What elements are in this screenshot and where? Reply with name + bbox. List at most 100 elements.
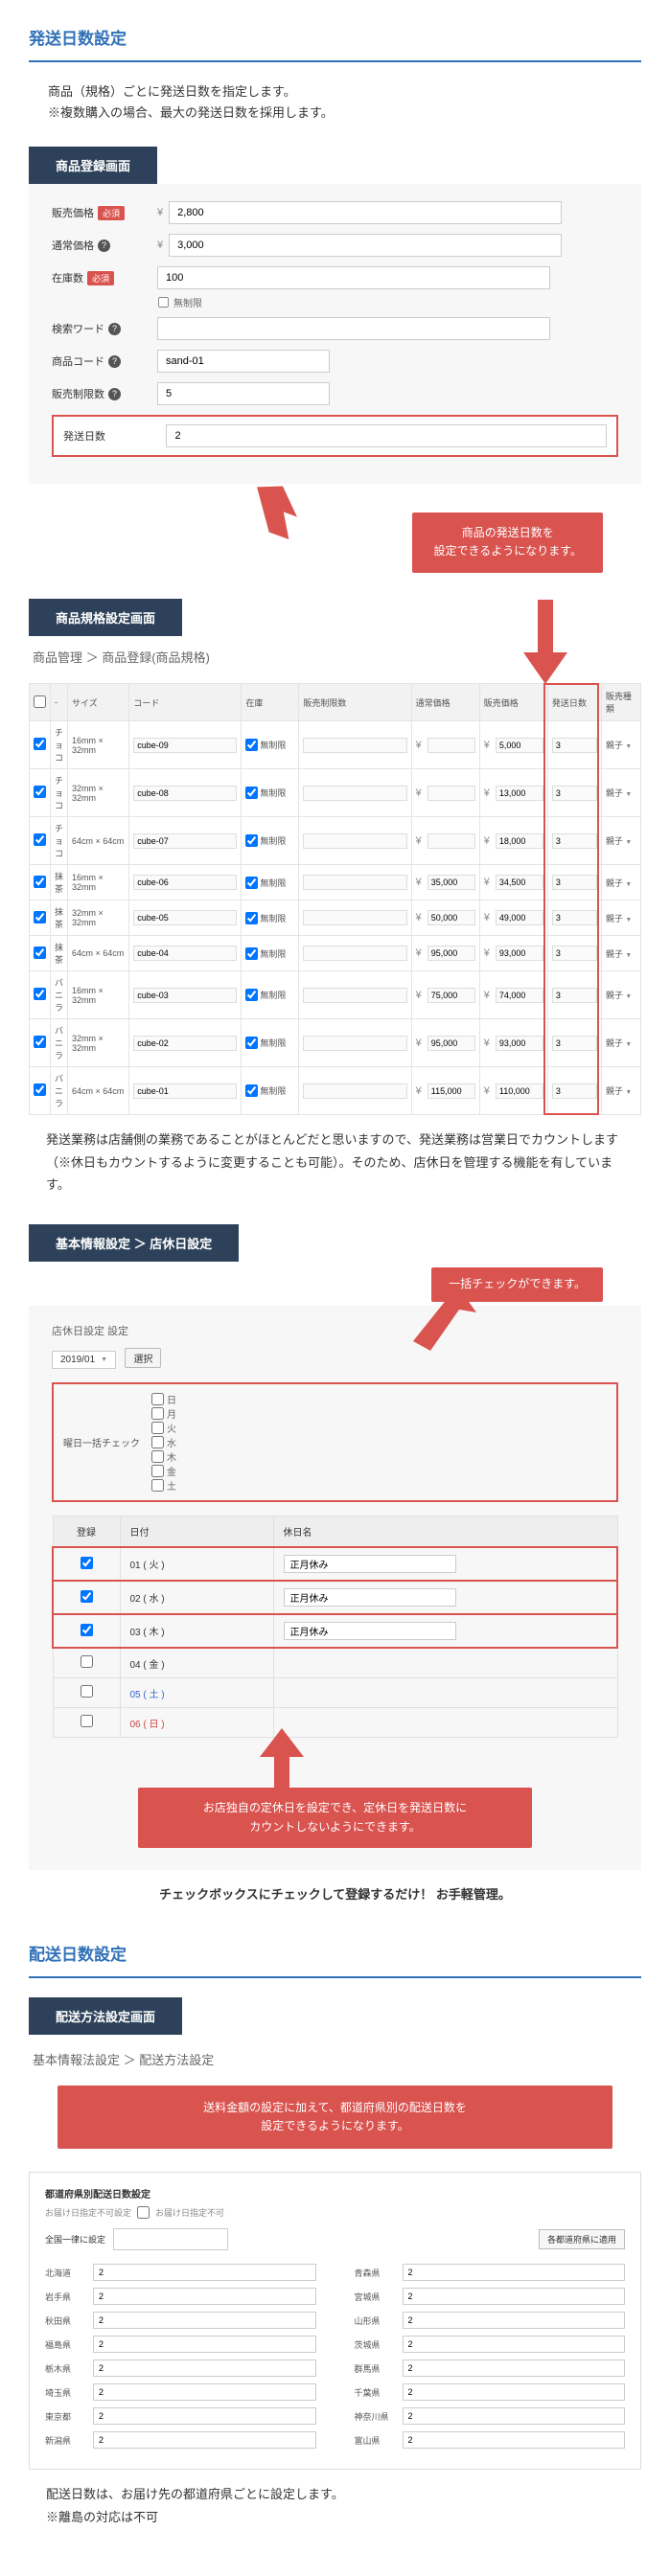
sku-unlimited-check[interactable] bbox=[245, 1037, 258, 1049]
product-code-input[interactable] bbox=[157, 350, 330, 373]
pref-all-input[interactable] bbox=[113, 2228, 228, 2250]
pref-days-input[interactable] bbox=[93, 2407, 316, 2425]
sku-limit-input[interactable] bbox=[303, 786, 406, 801]
unlimited-checkbox[interactable] bbox=[158, 297, 169, 308]
sku-unlimited-check[interactable] bbox=[245, 739, 258, 751]
pref-days-input[interactable] bbox=[403, 2288, 626, 2305]
sell-price-input[interactable] bbox=[169, 201, 562, 224]
sku-unlimited-check[interactable] bbox=[245, 989, 258, 1001]
sku-row-check[interactable] bbox=[34, 946, 46, 959]
help-icon[interactable]: ? bbox=[108, 323, 121, 335]
pref-days-input[interactable] bbox=[93, 2336, 316, 2353]
apply-all-button[interactable]: 各都道府県に適用 bbox=[539, 2229, 625, 2249]
sku-normal-input[interactable] bbox=[427, 738, 475, 753]
dow-check-item[interactable]: 火 bbox=[151, 1421, 176, 1435]
sku-row-check[interactable] bbox=[34, 738, 46, 750]
ship-days-input[interactable] bbox=[166, 424, 607, 447]
dow-check-item[interactable]: 土 bbox=[151, 1478, 176, 1493]
dow-check-item[interactable]: 水 bbox=[151, 1435, 176, 1449]
sku-unlimited-check[interactable] bbox=[245, 786, 258, 799]
dow-checkbox[interactable] bbox=[151, 1450, 164, 1463]
sku-code-input[interactable] bbox=[133, 910, 237, 925]
pref-days-input[interactable] bbox=[403, 2383, 626, 2401]
sku-code-input[interactable] bbox=[133, 1083, 237, 1099]
stock-input[interactable] bbox=[157, 266, 550, 289]
dow-check-item[interactable]: 月 bbox=[151, 1406, 176, 1421]
holiday-check[interactable] bbox=[81, 1557, 93, 1569]
sku-row-check[interactable] bbox=[34, 876, 46, 888]
pref-days-input[interactable] bbox=[403, 2431, 626, 2449]
sku-ship-input[interactable] bbox=[552, 1083, 597, 1099]
sku-limit-input[interactable] bbox=[303, 1036, 406, 1051]
month-select[interactable]: 2019/01▼ bbox=[52, 1351, 116, 1369]
sku-sell-input[interactable] bbox=[496, 833, 543, 849]
sku-row-check[interactable] bbox=[34, 988, 46, 1000]
dow-checkbox[interactable] bbox=[151, 1407, 164, 1420]
sku-limit-input[interactable] bbox=[303, 910, 406, 925]
dow-check-item[interactable]: 木 bbox=[151, 1449, 176, 1464]
pref-days-input[interactable] bbox=[93, 2312, 316, 2329]
sku-row-check[interactable] bbox=[34, 911, 46, 923]
holiday-check[interactable] bbox=[81, 1624, 93, 1636]
sku-sell-input[interactable] bbox=[496, 946, 543, 961]
sku-check-all[interactable] bbox=[34, 695, 46, 708]
sku-normal-input[interactable] bbox=[427, 946, 475, 961]
sku-limit-input[interactable] bbox=[303, 1083, 406, 1099]
pref-days-input[interactable] bbox=[403, 2359, 626, 2377]
sku-normal-input[interactable] bbox=[427, 833, 475, 849]
month-select-button[interactable]: 選択 bbox=[125, 1348, 161, 1368]
sku-sell-input[interactable] bbox=[496, 1083, 543, 1099]
pref-days-input[interactable] bbox=[93, 2383, 316, 2401]
search-word-input[interactable] bbox=[157, 317, 550, 340]
sku-row-check[interactable] bbox=[34, 1036, 46, 1048]
sku-unlimited-check[interactable] bbox=[245, 877, 258, 889]
sku-code-input[interactable] bbox=[133, 946, 237, 961]
sku-ship-input[interactable] bbox=[552, 988, 597, 1003]
help-icon[interactable]: ? bbox=[108, 388, 121, 400]
pref-days-input[interactable] bbox=[403, 2264, 626, 2281]
holiday-name-input[interactable] bbox=[284, 1588, 456, 1607]
pref-days-input[interactable] bbox=[93, 2288, 316, 2305]
sku-code-input[interactable] bbox=[133, 875, 237, 890]
sku-limit-input[interactable] bbox=[303, 988, 406, 1003]
sku-limit-input[interactable] bbox=[303, 833, 406, 849]
sku-normal-input[interactable] bbox=[427, 1036, 475, 1051]
pref-days-input[interactable] bbox=[403, 2336, 626, 2353]
sku-code-input[interactable] bbox=[133, 833, 237, 849]
sku-sell-input[interactable] bbox=[496, 1036, 543, 1051]
sku-sell-input[interactable] bbox=[496, 910, 543, 925]
sku-ship-input[interactable] bbox=[552, 833, 597, 849]
normal-price-input[interactable] bbox=[169, 234, 562, 257]
sku-limit-input[interactable] bbox=[303, 875, 406, 890]
holiday-check[interactable] bbox=[81, 1715, 93, 1727]
sku-unlimited-check[interactable] bbox=[245, 912, 258, 924]
dow-checkbox[interactable] bbox=[151, 1393, 164, 1405]
pref-days-input[interactable] bbox=[93, 2264, 316, 2281]
sku-sell-input[interactable] bbox=[496, 875, 543, 890]
sku-ship-input[interactable] bbox=[552, 738, 597, 753]
sku-ship-input[interactable] bbox=[552, 1036, 597, 1051]
sku-row-check[interactable] bbox=[34, 833, 46, 846]
dow-checkbox[interactable] bbox=[151, 1436, 164, 1448]
sku-unlimited-check[interactable] bbox=[245, 947, 258, 960]
dow-checkbox[interactable] bbox=[151, 1422, 164, 1434]
sku-ship-input[interactable] bbox=[552, 910, 597, 925]
sku-ship-input[interactable] bbox=[552, 946, 597, 961]
holiday-name-input[interactable] bbox=[284, 1622, 456, 1640]
dow-check-item[interactable]: 金 bbox=[151, 1464, 176, 1478]
pref-days-input[interactable] bbox=[403, 2407, 626, 2425]
sku-unlimited-check[interactable] bbox=[245, 1084, 258, 1097]
sku-code-input[interactable] bbox=[133, 738, 237, 753]
sku-ship-input[interactable] bbox=[552, 786, 597, 801]
pref-days-input[interactable] bbox=[403, 2312, 626, 2329]
sku-normal-input[interactable] bbox=[427, 786, 475, 801]
no-date-checkbox[interactable] bbox=[137, 2206, 150, 2219]
dow-checkbox[interactable] bbox=[151, 1479, 164, 1492]
sku-ship-input[interactable] bbox=[552, 875, 597, 890]
sku-unlimited-check[interactable] bbox=[245, 834, 258, 847]
dow-checkbox[interactable] bbox=[151, 1465, 164, 1477]
holiday-check[interactable] bbox=[81, 1590, 93, 1603]
sku-normal-input[interactable] bbox=[427, 875, 475, 890]
holiday-check[interactable] bbox=[81, 1655, 93, 1668]
sale-limit-input[interactable] bbox=[157, 382, 330, 405]
